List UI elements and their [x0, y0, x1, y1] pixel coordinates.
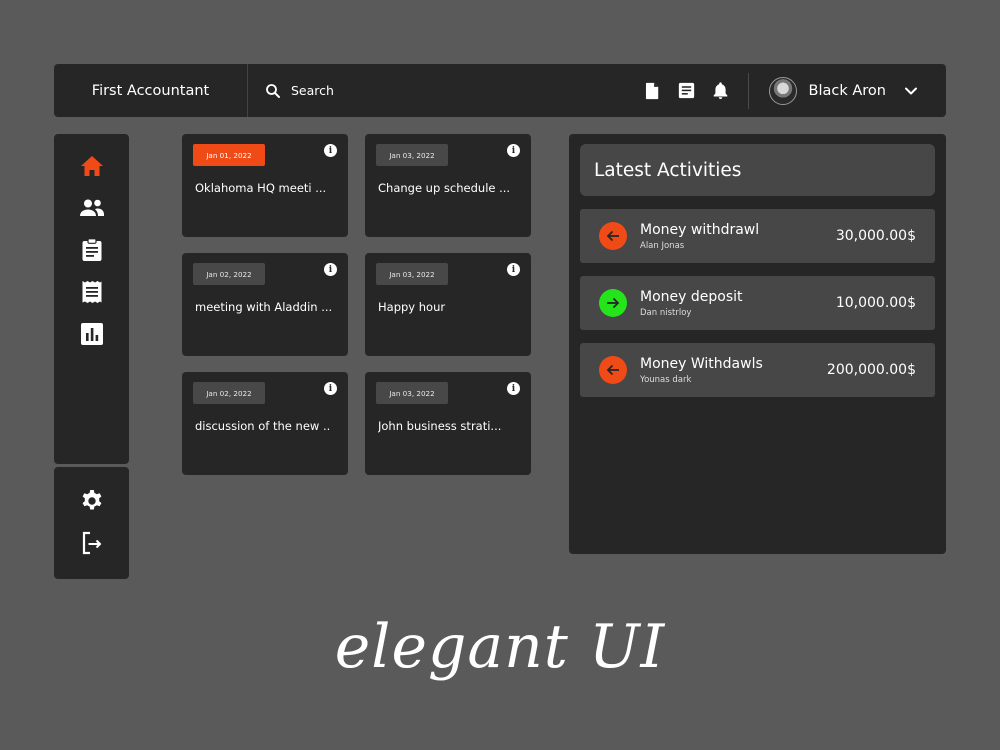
activities-panel: Latest Activities Money withdrawl Alan Jo… [569, 134, 946, 554]
card-title: Oklahoma HQ meeti ... [195, 181, 327, 195]
sidebar-footer [54, 467, 129, 579]
sidebar-item-tasks[interactable] [79, 238, 105, 262]
user-menu[interactable]: Black Aron [749, 64, 946, 117]
sidebar-item-home[interactable] [79, 154, 105, 178]
activity-text: Money Withdawls Younas dark [640, 356, 827, 385]
schedule-card[interactable]: Jan 02, 2022 i discussion of the new .. [182, 372, 348, 475]
gear-icon [82, 490, 101, 510]
info-icon[interactable]: i [324, 382, 337, 395]
search-input[interactable] [291, 83, 511, 98]
arrow-left-icon [599, 222, 627, 250]
search-bar[interactable] [248, 64, 644, 117]
activities-title: Latest Activities [580, 144, 935, 196]
top-actions [644, 64, 748, 117]
search-icon[interactable] [264, 82, 282, 100]
logout-button[interactable] [79, 531, 105, 555]
top-bar: First Accountant Black Aron [54, 64, 946, 117]
info-icon[interactable]: i [507, 144, 520, 157]
logout-icon [82, 531, 101, 555]
card-title: Happy hour [378, 300, 446, 314]
receipt-icon [82, 281, 101, 303]
date-badge: Jan 01, 2022 [193, 144, 265, 166]
sidebar-item-reports[interactable] [79, 322, 105, 346]
activity-text: Money withdrawl Alan Jonas [640, 222, 836, 251]
sidebar-item-invoices[interactable] [79, 280, 105, 304]
date-badge: Jan 03, 2022 [376, 263, 448, 285]
date-badge: Jan 03, 2022 [376, 382, 448, 404]
date-badge: Jan 02, 2022 [193, 382, 265, 404]
activity-amount: 200,000.00$ [826, 362, 916, 378]
card-title: Change up schedule ... [378, 181, 511, 195]
schedule-card[interactable]: Jan 02, 2022 i meeting with Aladdin ... [182, 253, 348, 356]
info-icon[interactable]: i [324, 144, 337, 157]
people-icon [79, 199, 104, 216]
tagline: elegant UI [334, 612, 666, 682]
activity-person: Younas dark [640, 374, 692, 385]
activities-list: Money withdrawl Alan Jonas 30,000.00$ Money… [580, 209, 935, 397]
activity-amount: 10,000.00$ [835, 295, 916, 311]
activity-text: Money deposit Dan nistrloy [640, 289, 836, 318]
chevron-down-icon[interactable] [904, 84, 918, 98]
home-icon [80, 156, 103, 176]
arrow-right-icon [599, 289, 627, 317]
card-title: John business strati... [378, 419, 502, 433]
activity-person: Alan Jonas [640, 240, 685, 251]
avatar[interactable] [768, 76, 797, 105]
activity-name: Money deposit [640, 288, 743, 305]
settings-button[interactable] [79, 489, 105, 513]
sidebar-nav [54, 134, 129, 464]
activity-row[interactable]: Money withdrawl Alan Jonas 30,000.00$ [580, 209, 935, 263]
arrow-left-icon [599, 356, 627, 384]
schedule-card[interactable]: Jan 03, 2022 i John business strati... [365, 372, 531, 475]
info-icon[interactable]: i [507, 263, 520, 276]
activity-amount: 30,000.00$ [835, 228, 916, 244]
date-badge: Jan 02, 2022 [193, 263, 265, 285]
schedule-card[interactable]: Jan 03, 2022 i Change up schedule ... [365, 134, 531, 237]
info-icon[interactable]: i [507, 382, 520, 395]
schedule-card[interactable]: Jan 03, 2022 i Happy hour [365, 253, 531, 356]
card-title: meeting with Aladdin ... [195, 300, 333, 314]
app-brand[interactable]: First Accountant [54, 64, 248, 117]
notes-icon[interactable] [678, 82, 695, 99]
card-title: discussion of the new .. [195, 419, 331, 433]
user-name[interactable]: Black Aron [809, 83, 886, 99]
sidebar-item-people[interactable] [79, 196, 105, 220]
bar-chart-icon [80, 323, 103, 345]
activity-person: Dan nistrloy [640, 307, 692, 318]
bell-icon[interactable] [712, 81, 729, 100]
file-icon[interactable] [644, 82, 661, 100]
clipboard-icon [82, 238, 101, 261]
activity-name: Money withdrawl [640, 221, 760, 238]
activity-row[interactable]: Money Withdawls Younas dark 200,000.00$ [580, 343, 935, 397]
schedule-card[interactable]: Jan 01, 2022 i Oklahoma HQ meeti ... [182, 134, 348, 237]
activity-name: Money Withdawls [640, 355, 763, 372]
info-icon[interactable]: i [324, 263, 337, 276]
date-badge: Jan 03, 2022 [376, 144, 448, 166]
activity-row[interactable]: Money deposit Dan nistrloy 10,000.00$ [580, 276, 935, 330]
